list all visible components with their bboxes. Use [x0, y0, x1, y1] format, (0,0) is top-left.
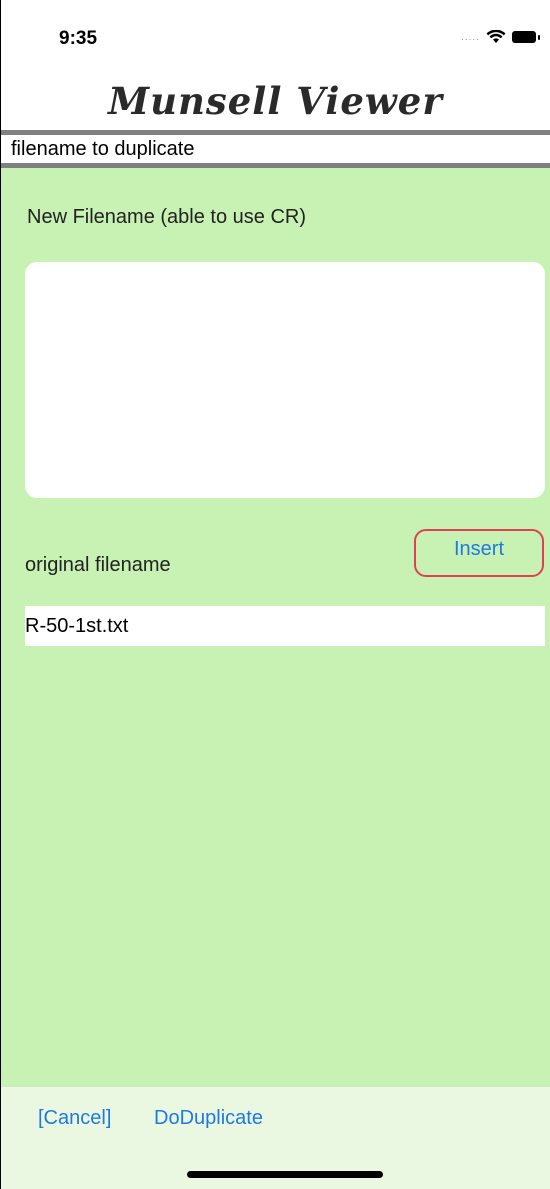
subheader-bar: filename to duplicate [1, 130, 550, 168]
wifi-icon [486, 30, 506, 43]
home-indicator[interactable] [187, 1171, 383, 1178]
new-filename-label: New Filename (able to use CR) [27, 206, 306, 228]
main-content: New Filename (able to use CR) original f… [1, 168, 550, 1086]
subheader-text: filename to duplicate [11, 138, 195, 160]
bottom-toolbar: [Cancel] DoDuplicate [1, 1086, 550, 1189]
status-time: 9:35 [59, 28, 98, 49]
cellular-signal-icon: ..... [461, 31, 480, 43]
status-icons: ..... [461, 30, 540, 44]
duplicate-screen: 9:35 ..... Munsell Viewer filename to du… [0, 0, 550, 1189]
new-filename-textarea[interactable] [25, 262, 545, 498]
do-duplicate-button[interactable]: DoDuplicate [154, 1107, 263, 1130]
original-filename-field: R-50-1st.txt [25, 606, 545, 646]
cancel-button[interactable]: [Cancel] [38, 1107, 111, 1130]
insert-button[interactable]: Insert [414, 529, 544, 577]
original-filename-label: original filename [25, 554, 171, 576]
status-bar: 9:35 ..... [1, 0, 550, 72]
app-title: Munsell Viewer [108, 79, 443, 123]
battery-icon [512, 31, 540, 43]
